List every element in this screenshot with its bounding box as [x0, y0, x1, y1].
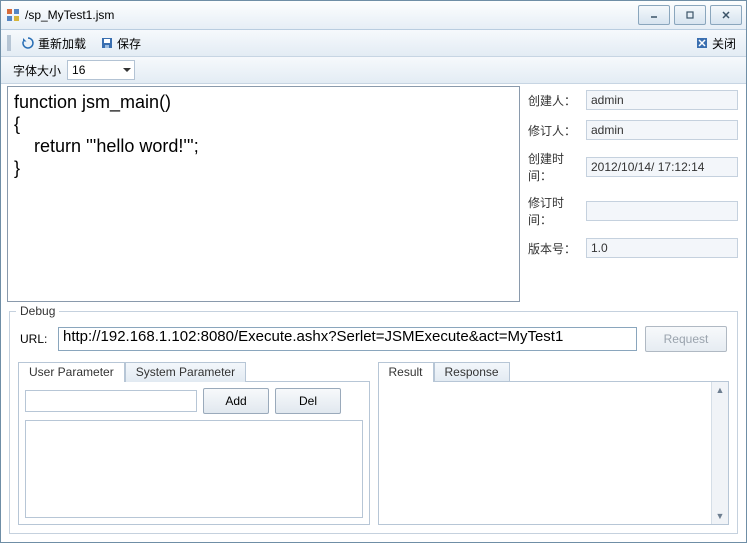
debug-lower: User Parameter System Parameter Add Del … — [18, 362, 729, 525]
add-button[interactable]: Add — [203, 388, 269, 414]
fontsize-value: 16 — [72, 63, 85, 77]
url-row: URL: http://192.168.1.102:8080/Execute.a… — [18, 326, 729, 352]
version-field[interactable]: 1.0 — [586, 238, 738, 258]
reload-button[interactable]: 重新加载 — [17, 33, 90, 54]
scroll-down-icon[interactable]: ▼ — [712, 508, 728, 524]
window-title: /sp_MyTest1.jsm — [25, 1, 638, 29]
app-window: /sp_MyTest1.jsm 重新加载 保存 关闭 — [0, 0, 747, 543]
fontsize-combobox[interactable]: 16 — [67, 60, 135, 80]
scroll-up-icon[interactable]: ▲ — [712, 382, 728, 398]
del-button[interactable]: Del — [275, 388, 341, 414]
param-name-input[interactable] — [25, 390, 197, 412]
request-button[interactable]: Request — [645, 326, 727, 352]
main-area: function jsm_main() { return '''hello wo… — [1, 84, 746, 305]
title-bar: /sp_MyTest1.jsm — [1, 1, 746, 30]
creator-label: 创建人： — [528, 92, 586, 109]
ctime-field[interactable]: 2012/10/14/ 17:12:14 — [586, 157, 738, 177]
tab-user-parameter[interactable]: User Parameter — [18, 362, 125, 382]
close-panel-label: 关闭 — [712, 35, 736, 52]
debug-legend: Debug — [16, 304, 59, 318]
vertical-scrollbar[interactable]: ▲ ▼ — [711, 382, 728, 524]
url-input[interactable]: http://192.168.1.102:8080/Execute.ashx?S… — [58, 327, 637, 351]
tab-result[interactable]: Result — [378, 362, 434, 382]
result-tabs: Result Response — [378, 362, 730, 382]
reload-label: 重新加载 — [38, 35, 86, 52]
chevron-down-icon — [123, 68, 131, 72]
code-editor[interactable]: function jsm_main() { return '''hello wo… — [7, 86, 520, 302]
debug-group: Debug URL: http://192.168.1.102:8080/Exe… — [9, 311, 738, 534]
mtime-field[interactable] — [586, 201, 738, 221]
minimize-button[interactable] — [638, 5, 670, 25]
metadata-panel: 创建人： admin 修订人： admin 创建时间： 2012/10/14/ … — [524, 84, 746, 304]
param-controls: Add Del — [25, 388, 363, 414]
save-icon — [100, 36, 114, 50]
close-panel-icon — [695, 36, 709, 50]
tab-response[interactable]: Response — [434, 362, 510, 382]
version-label: 版本号： — [528, 240, 586, 257]
mtime-label: 修订时间： — [528, 194, 586, 228]
result-pane: Result Response ▲ ▼ — [378, 362, 730, 525]
fontsize-label: 字体大小 — [13, 62, 61, 79]
param-tabs: User Parameter System Parameter — [18, 362, 370, 382]
window-controls — [638, 5, 742, 25]
maximize-button[interactable] — [674, 5, 706, 25]
main-toolbar: 重新加载 保存 关闭 — [1, 30, 746, 57]
close-button[interactable] — [710, 5, 742, 25]
parameter-pane: User Parameter System Parameter Add Del — [18, 362, 370, 525]
save-button[interactable]: 保存 — [96, 33, 145, 54]
param-list[interactable] — [25, 420, 363, 518]
reload-icon — [21, 36, 35, 50]
reviser-field[interactable]: admin — [586, 120, 738, 140]
param-tab-body: Add Del — [18, 381, 370, 525]
result-body[interactable]: ▲ ▼ — [378, 381, 730, 525]
url-label: URL: — [20, 332, 50, 346]
ctime-label: 创建时间： — [528, 150, 586, 184]
toolbar-grip — [7, 35, 11, 51]
tab-system-parameter[interactable]: System Parameter — [125, 362, 246, 382]
app-icon — [5, 7, 21, 23]
reviser-label: 修订人： — [528, 122, 586, 139]
close-panel-button[interactable]: 关闭 — [691, 33, 740, 54]
save-label: 保存 — [117, 35, 141, 52]
creator-field[interactable]: admin — [586, 90, 738, 110]
font-toolbar: 字体大小 16 — [1, 57, 746, 84]
